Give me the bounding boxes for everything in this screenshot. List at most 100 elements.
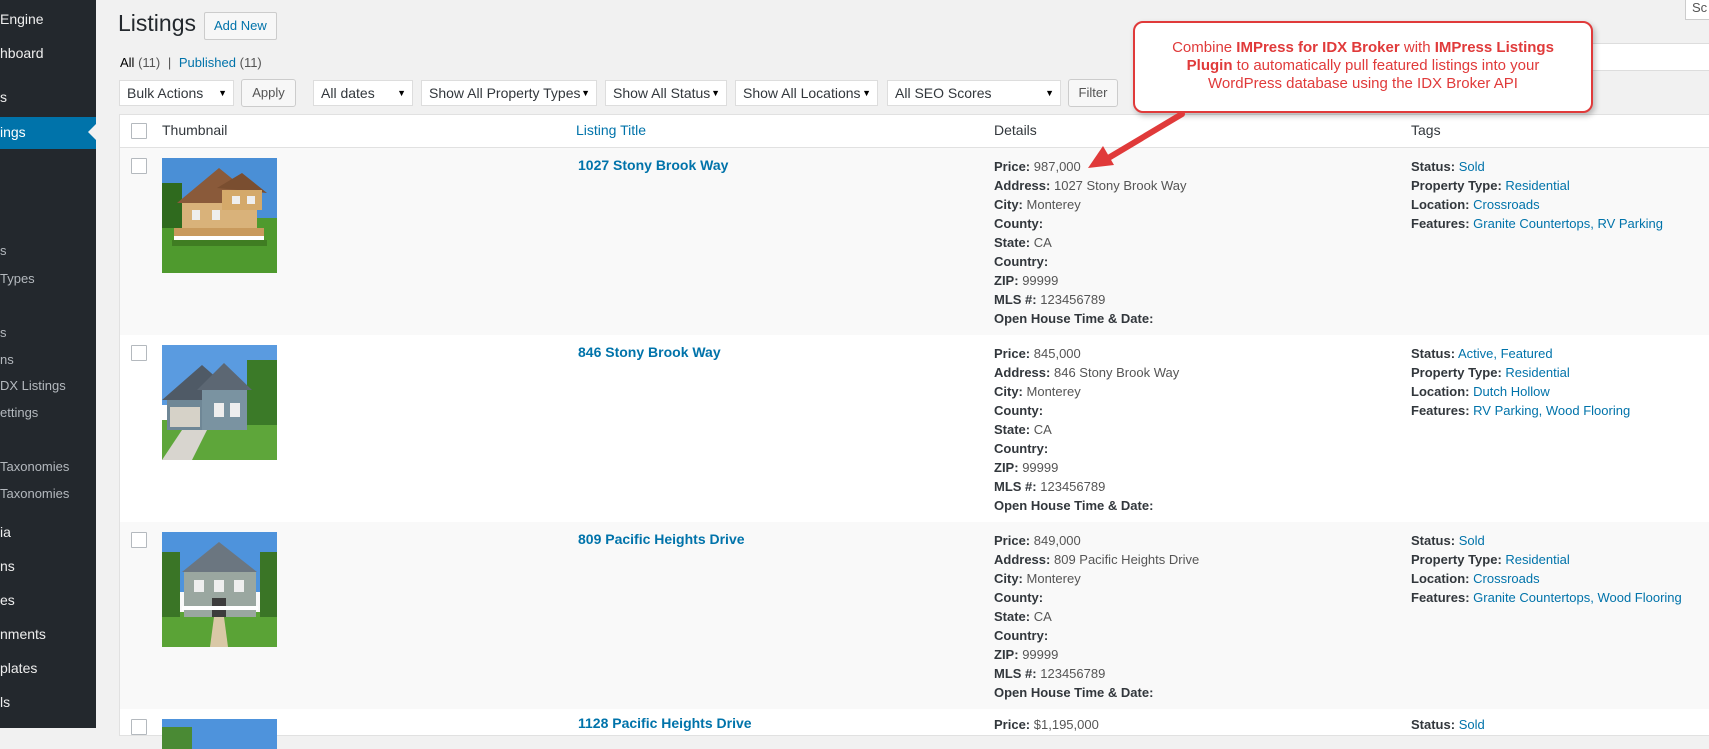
sidebar-subitem-taxonomies-1[interactable]: Taxonomies <box>0 452 96 482</box>
address-value: 1027 Stony Brook Way <box>1053 178 1187 193</box>
state-value: CA <box>1033 609 1052 624</box>
features-tag-link[interactable]: RV Parking, Wood Flooring <box>1473 403 1630 418</box>
zip-label: ZIP: <box>994 647 1019 662</box>
listing-title-link[interactable]: 1027 Stony Brook Way <box>578 157 728 173</box>
filter-button[interactable]: Filter <box>1068 79 1118 107</box>
sidebar-item-tools[interactable]: ls <box>0 687 96 717</box>
address-value: 809 Pacific Heights Drive <box>1053 552 1200 567</box>
house-image <box>162 719 277 749</box>
status-tag-link[interactable]: Sold <box>1459 159 1485 174</box>
select-all-checkbox[interactable] <box>131 123 147 139</box>
state-value: CA <box>1033 422 1052 437</box>
sidebar-item-templates[interactable]: plates <box>0 653 96 683</box>
sidebar-subitem-idx-listings[interactable]: DX Listings <box>0 371 96 401</box>
sidebar-subitem-3[interactable]: s <box>0 318 96 348</box>
house-image <box>162 345 277 460</box>
county-label: County: <box>994 590 1044 605</box>
column-thumbnail: Thumbnail <box>162 122 228 138</box>
city-label: City: <box>994 384 1023 399</box>
status-tag-link[interactable]: Sold <box>1459 533 1485 548</box>
features-tag-label: Features: <box>1411 216 1470 231</box>
listing-tags: Status: Active, Featured Property Type: … <box>1411 344 1630 420</box>
address-label: Address: <box>994 178 1051 193</box>
callout-text-mid: with <box>1399 39 1435 56</box>
location-tag-label: Location: <box>1411 571 1470 586</box>
listing-thumbnail[interactable] <box>162 345 277 460</box>
country-label: Country: <box>994 254 1049 269</box>
sidebar-subitem-settings[interactable]: ettings <box>0 398 96 428</box>
row-checkbox[interactable] <box>131 532 147 548</box>
country-label: Country: <box>994 628 1049 643</box>
status-tag-link[interactable]: Active, Featured <box>1458 346 1553 361</box>
features-tag-link[interactable]: Granite Countertops, RV Parking <box>1473 216 1663 231</box>
listing-thumbnail[interactable] <box>162 532 277 647</box>
table-row: 1128 Pacific Heights Drive Price: $1,195… <box>120 709 1709 749</box>
sidebar-item-engine[interactable]: Engine <box>0 4 96 34</box>
sidebar-subitem-1[interactable] <box>0 180 96 210</box>
sidebar-item-pages[interactable]: es <box>0 585 96 615</box>
sidebar-item-media[interactable]: ia <box>0 517 96 547</box>
address-value: 846 Stony Brook Way <box>1053 365 1180 380</box>
sidebar-item-forms[interactable]: ns <box>0 551 96 581</box>
listing-tags: Status: Sold Property Type: Residential … <box>1411 157 1663 233</box>
sidebar-item-listings[interactable]: ings <box>0 117 96 149</box>
bulk-actions-select[interactable]: Bulk Actions ▼ <box>119 80 234 106</box>
property-types-label: Show All Property Types <box>429 85 581 101</box>
sidebar-item-dashboard[interactable]: hboard <box>0 38 96 68</box>
row-checkbox[interactable] <box>131 158 147 174</box>
mls-value: 123456789 <box>1040 292 1106 307</box>
mls-value: 123456789 <box>1040 479 1106 494</box>
add-new-button[interactable]: Add New <box>204 12 277 40</box>
property-type-tag-link[interactable]: Residential <box>1505 552 1569 567</box>
listing-title-link[interactable]: 1128 Pacific Heights Drive <box>578 715 752 731</box>
price-value: $1,195,000 <box>1033 717 1099 732</box>
listing-thumbnail[interactable] <box>162 158 277 273</box>
mls-label: MLS #: <box>994 479 1037 494</box>
search-input[interactable] <box>1590 43 1709 71</box>
sidebar-subitem-2[interactable]: s <box>0 236 96 266</box>
state-label: State: <box>994 422 1031 437</box>
status-tag-label: Status: <box>1411 717 1456 732</box>
status-tag-link[interactable]: Sold <box>1459 717 1485 732</box>
county-label: County: <box>994 403 1044 418</box>
column-listing-title[interactable]: Listing Title <box>576 122 646 138</box>
address-label: Address: <box>994 365 1051 380</box>
status-select[interactable]: Show All Status ▼ <box>605 80 727 106</box>
sidebar-subitem-property-types[interactable]: Types <box>0 264 96 294</box>
row-checkbox[interactable] <box>131 719 147 735</box>
filter-all[interactable]: All <box>120 55 134 70</box>
house-image <box>162 532 277 647</box>
apply-button[interactable]: Apply <box>241 79 296 107</box>
location-tag-link[interactable]: Dutch Hollow <box>1473 384 1550 399</box>
property-type-tag-link[interactable]: Residential <box>1505 365 1569 380</box>
locations-select[interactable]: Show All Locations ▼ <box>735 80 878 106</box>
property-type-tag-link[interactable]: Residential <box>1505 178 1569 193</box>
status-tag-label: Status: <box>1411 346 1456 361</box>
dates-select[interactable]: All dates ▼ <box>313 80 413 106</box>
row-checkbox[interactable] <box>131 345 147 361</box>
property-types-select[interactable]: Show All Property Types ▼ <box>421 80 597 106</box>
zip-label: ZIP: <box>994 273 1019 288</box>
listing-title-link[interactable]: 809 Pacific Heights Drive <box>578 531 745 547</box>
column-details: Details <box>994 122 1037 138</box>
state-value: CA <box>1033 235 1052 250</box>
seo-scores-select[interactable]: All SEO Scores ▼ <box>887 80 1061 106</box>
price-label: Price: <box>994 717 1031 732</box>
state-label: State: <box>994 235 1031 250</box>
chevron-down-icon: ▼ <box>218 88 227 98</box>
location-tag-label: Location: <box>1411 384 1470 399</box>
listing-thumbnail[interactable] <box>162 719 277 749</box>
sidebar-item-posts[interactable]: s <box>0 82 96 112</box>
location-tag-link[interactable]: Crossroads <box>1473 571 1539 586</box>
callout-bold-impress-idx: IMPress for IDX Broker <box>1236 39 1400 56</box>
listing-title-link[interactable]: 846 Stony Brook Way <box>578 344 721 360</box>
features-tag-link[interactable]: Granite Countertops, Wood Flooring <box>1473 590 1682 605</box>
sidebar-item-comments[interactable]: nments <box>0 619 96 649</box>
filter-published[interactable]: Published <box>179 55 236 70</box>
mls-label: MLS #: <box>994 292 1037 307</box>
screen-options-button[interactable]: Sc <box>1685 0 1709 20</box>
location-tag-link[interactable]: Crossroads <box>1473 197 1539 212</box>
admin-sidebar: Engine hboard s ings s Types s ns DX Lis… <box>0 0 96 728</box>
column-tags: Tags <box>1411 122 1441 138</box>
sidebar-subitem-taxonomies-2[interactable]: Taxonomies <box>0 479 96 509</box>
